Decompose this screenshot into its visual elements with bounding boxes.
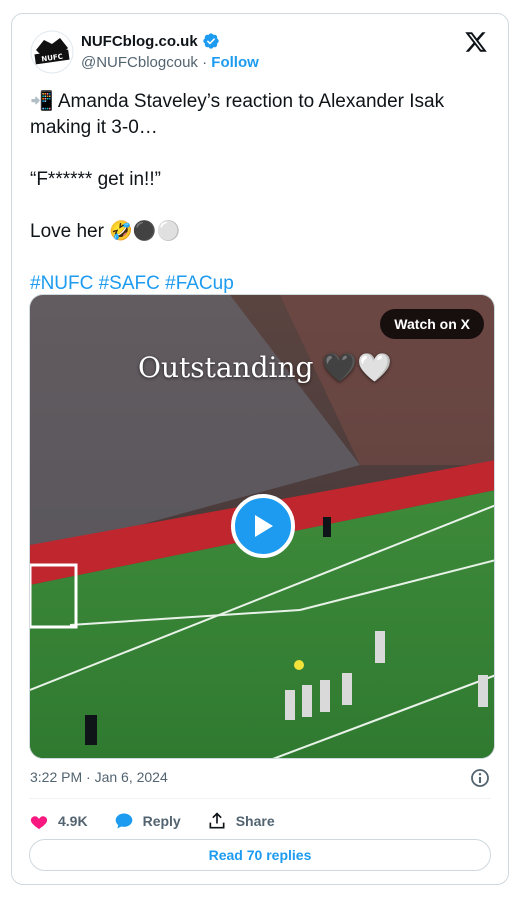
user-names: NUFCblog.co.uk @NUFCblogcouk · Follow [81, 32, 259, 72]
reply-bubble-icon [115, 813, 132, 829]
watch-on-x-button[interactable]: Watch on X [380, 309, 484, 339]
tweet-card: NUFC NUFCblog.co.uk @NUFCblogcouk · Foll… [11, 13, 509, 885]
tweet-actions: 4.9K Reply Share [29, 809, 491, 833]
play-icon [255, 515, 273, 537]
like-button[interactable]: 4.9K [29, 811, 88, 831]
heart-icon [30, 816, 48, 830]
tweet-timestamp[interactable]: 3:22 PM · Jan 6, 2024 [30, 769, 168, 785]
share-button[interactable]: Share [207, 811, 275, 831]
play-button[interactable] [231, 494, 295, 558]
reply-label: Reply [142, 813, 181, 829]
video-overlay-caption: Outstanding 🖤🤍 [138, 351, 393, 384]
share-label: Share [235, 813, 275, 829]
tweet-line-1: 📲 Amanda Staveley’s reaction to Alexande… [30, 91, 445, 138]
separator-dot: · [202, 54, 208, 71]
user-handle[interactable]: @NUFCblogcouk [81, 54, 198, 71]
video-thumbnail[interactable]: Outstanding 🖤🤍 Watch on X [29, 294, 495, 759]
verified-badge-icon [202, 32, 220, 50]
follow-button[interactable]: Follow [211, 54, 259, 71]
reply-button[interactable]: Reply [114, 811, 181, 831]
divider [29, 798, 491, 799]
share-icon [209, 812, 225, 829]
display-name[interactable]: NUFCblog.co.uk [81, 33, 198, 50]
like-count: 4.9K [58, 813, 88, 829]
tweet-line-3: Love her 🤣⚫⚪ [30, 221, 181, 242]
tweet-header: NUFC NUFCblog.co.uk @NUFCblogcouk · Foll… [30, 30, 490, 74]
info-icon[interactable] [470, 768, 490, 788]
avatar[interactable]: NUFC [30, 30, 74, 74]
tweet-line-2: “F****** get in!!” [30, 169, 161, 190]
read-replies-button[interactable]: Read 70 replies [29, 839, 491, 871]
tweet-text: 📲 Amanda Staveley’s reaction to Alexande… [30, 89, 490, 297]
x-logo-icon[interactable] [464, 30, 490, 56]
